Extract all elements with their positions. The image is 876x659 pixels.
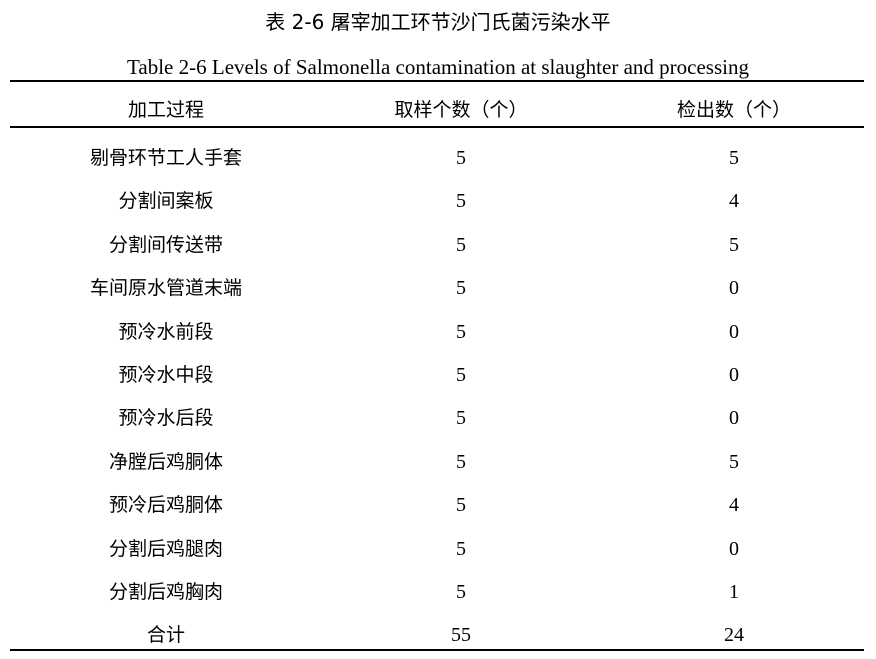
table-row: 车间原水管道末端 5 0 [0,273,876,303]
detected-count-cell: 24 [724,624,744,647]
detected-count-cell: 0 [729,320,739,343]
detected-count-cell: 4 [729,190,739,213]
table-row: 分割间案板 5 4 [0,186,876,216]
table-title-cn: 表 2-6 屠宰加工环节沙门氏菌污染水平 [265,10,611,34]
process-cell: 预冷水前段 [118,320,214,343]
process-cell: 车间原水管道末端 [89,277,243,300]
header-process: 加工过程 [127,99,205,121]
detected-count-cell: 5 [729,147,739,169]
table-row: 预冷水后段 5 0 [0,403,876,433]
process-cell: 分割间案板 [118,190,214,213]
table-row: 分割间传送带 5 5 [0,230,876,260]
sample-count-cell: 5 [456,147,466,169]
header-sample-count: 取样个数（个） [394,99,528,121]
process-cell: 预冷水后段 [118,407,214,430]
detected-count-cell: 4 [729,494,739,517]
sample-count-cell: 5 [456,581,466,603]
sample-count-cell: 5 [456,233,466,256]
detected-count-cell: 5 [729,450,739,473]
table-row: 剔骨环节工人手套 5 5 [0,143,876,173]
detected-count-cell: 0 [729,277,739,300]
bottom-rule [10,649,864,651]
detected-count-cell: 1 [729,581,739,603]
table-title-en: Table 2-6 Levels of Salmonella contamina… [127,55,749,79]
header-detected-count: 检出数（个） [676,99,792,121]
sample-count-cell: 5 [456,494,466,517]
process-cell: 分割后鸡腿肉 [108,537,224,560]
sample-count-cell: 5 [456,364,466,386]
header-rule [10,126,864,128]
detected-count-cell: 5 [729,233,739,256]
sample-count-cell: 5 [456,320,466,343]
sample-count-cell: 55 [451,624,471,647]
process-cell: 合计 [146,624,186,647]
sample-count-cell: 5 [456,190,466,213]
table-row: 预冷后鸡胴体 5 4 [0,490,876,520]
sample-count-cell: 5 [456,407,466,430]
table-row: 预冷水中段 5 0 [0,360,876,390]
detected-count-cell: 0 [729,407,739,430]
sample-count-cell: 5 [456,277,466,300]
table-row: 净膛后鸡胴体 5 5 [0,447,876,477]
detected-count-cell: 0 [729,364,739,386]
process-cell: 分割间传送带 [108,233,224,256]
process-cell: 分割后鸡胸肉 [108,581,224,603]
detected-count-cell: 0 [729,537,739,560]
table-row: 分割后鸡胸肉 5 1 [0,577,876,607]
table-header: 加工过程 取样个数（个） 检出数（个） [0,95,876,125]
table-row: 分割后鸡腿肉 5 0 [0,534,876,564]
top-rule [10,80,864,82]
table-row: 预冷水前段 5 0 [0,317,876,347]
sample-count-cell: 5 [456,450,466,473]
total-row: 合计 55 24 [0,620,876,650]
process-cell: 预冷水中段 [118,364,214,386]
process-cell: 剔骨环节工人手套 [89,147,243,169]
sample-count-cell: 5 [456,537,466,560]
process-cell: 净膛后鸡胴体 [108,450,224,473]
process-cell: 预冷后鸡胴体 [108,494,224,517]
